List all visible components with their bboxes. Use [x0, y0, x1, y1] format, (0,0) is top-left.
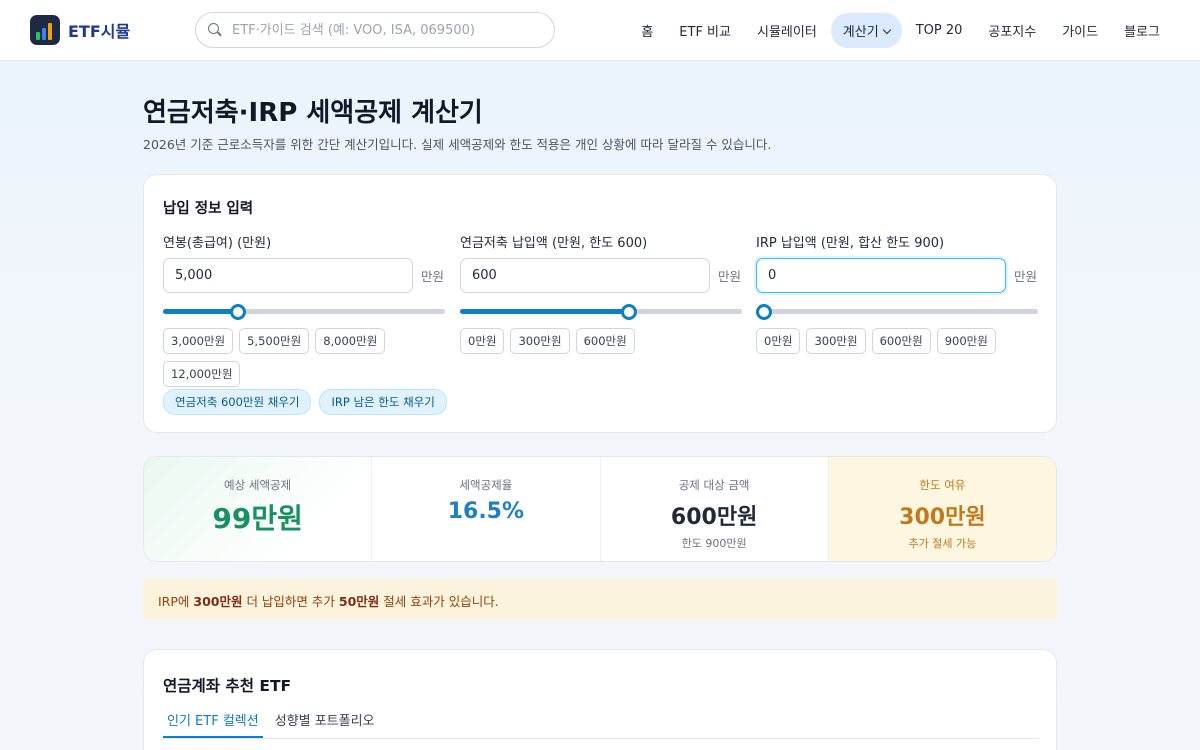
salary-chip[interactable]: 12,000만원: [163, 361, 241, 387]
input-card-title: 납입 정보 입력: [163, 201, 254, 217]
unit-label: 만원: [1014, 269, 1038, 284]
stat-value: 99만원: [212, 502, 303, 535]
tab-portfolio-by-profile[interactable]: 성향별 포트폴리오: [271, 710, 379, 738]
stat-deduction-rate: 세액공제율 16.5%: [372, 457, 601, 561]
nav-simulator[interactable]: 시뮬레이터: [745, 13, 829, 48]
tab-popular-etf[interactable]: 인기 ETF 컬렉션: [163, 710, 263, 738]
tip-middle: 더 납입하면 추가: [242, 594, 339, 609]
fill-irp-remaining-button[interactable]: IRP 남은 한도 채우기: [319, 389, 447, 415]
slider-handle[interactable]: [621, 304, 638, 320]
tip-prefix: IRP에: [158, 594, 194, 609]
pension-chip[interactable]: 300만원: [510, 328, 570, 354]
irp-input[interactable]: [756, 258, 1006, 293]
irp-chip[interactable]: 0만원: [756, 328, 801, 354]
savings-tip: IRP에 300만원 더 납입하면 추가 50만원 절세 효과가 있습니다.: [143, 579, 1057, 619]
result-stats: 예상 세액공제 99만원 세액공제율 16.5% 공제 대상 금액 600만원 …: [143, 456, 1057, 562]
stat-label: 한도 여유: [919, 478, 966, 492]
nav-home[interactable]: 홈: [629, 13, 665, 48]
page-title: 연금저축·IRP 세액공제 계산기: [143, 98, 483, 128]
nav-calculator-label: 계산기: [842, 25, 879, 40]
irp-chip[interactable]: 900만원: [936, 328, 996, 354]
pension-chip[interactable]: 600만원: [575, 328, 635, 354]
stat-expected-deduction: 예상 세액공제 99만원: [144, 457, 373, 561]
stat-sub: 한도 900만원: [681, 537, 747, 550]
irp-group: IRP 납입액 (만원, 합산 한도 900) 만원 0만원 300만원 600…: [756, 232, 1038, 361]
stat-eligible-amount: 공제 대상 금액 600만원 한도 900만원: [601, 457, 829, 561]
irp-chip[interactable]: 300만원: [806, 328, 866, 354]
stat-value: 300만원: [899, 505, 986, 530]
pension-savings-label: 연금저축 납입액 (만원, 한도 600): [460, 236, 648, 251]
quick-fill-buttons: 연금저축 600만원 채우기 IRP 남은 한도 채우기: [163, 389, 455, 415]
brand-name: ETF시뮬: [68, 22, 131, 41]
nav-calculator[interactable]: 계산기: [830, 13, 902, 48]
salary-label: 연봉(총급여) (만원): [163, 236, 272, 251]
salary-chip[interactable]: 5,500만원: [239, 328, 310, 354]
nav-etf-compare[interactable]: ETF 비교: [667, 13, 743, 48]
tip-amount-1: 300만원: [193, 594, 243, 609]
nav-blog[interactable]: 블로그: [1112, 13, 1172, 48]
salary-group: 연봉(총급여) (만원) 만원 3,000만원 5,500만원 8,000만원 …: [163, 232, 445, 394]
irp-chip[interactable]: 600만원: [871, 328, 931, 354]
irp-label: IRP 납입액 (만원, 합산 한도 900): [756, 236, 945, 251]
stat-label: 세액공제율: [459, 478, 513, 492]
irp-slider[interactable]: [756, 304, 1038, 320]
slider-handle[interactable]: [756, 304, 772, 320]
nav-top20[interactable]: TOP 20: [904, 15, 975, 46]
search-input[interactable]: [232, 22, 532, 38]
search-box[interactable]: [195, 12, 555, 48]
pension-savings-input[interactable]: [460, 258, 710, 293]
fill-pension-600-button[interactable]: 연금저축 600만원 채우기: [163, 389, 312, 415]
etf-tabs: 인기 ETF 컬렉션 성향별 포트폴리오: [163, 710, 1039, 739]
pension-savings-slider[interactable]: [460, 304, 742, 320]
etf-section-title: 연금계좌 추천 ETF: [163, 677, 292, 695]
etf-recommendation-card: 연금계좌 추천 ETF 인기 ETF 컬렉션 성향별 포트폴리오: [143, 649, 1057, 750]
salary-chip[interactable]: 3,000만원: [163, 328, 234, 354]
stat-label: 공제 대상 금액: [678, 478, 750, 492]
slider-handle[interactable]: [230, 304, 247, 320]
pension-savings-group: 연금저축 납입액 (만원, 한도 600) 만원 0만원 300만원 600만원: [460, 232, 742, 361]
brand-logo[interactable]: ETF시뮬: [30, 15, 130, 45]
stat-value: 600만원: [670, 505, 758, 530]
salary-input[interactable]: [163, 258, 413, 293]
page-subtitle: 2026년 기준 근로소득자를 위한 간단 계산기입니다. 실제 세액공제와 한…: [143, 137, 772, 152]
stat-value: 16.5%: [447, 499, 525, 524]
unit-label: 만원: [421, 269, 445, 284]
unit-label: 만원: [718, 269, 742, 284]
nav-guide[interactable]: 가이드: [1050, 13, 1110, 48]
stat-sub: 추가 절세 가능: [908, 537, 977, 550]
chart-logo-icon: [30, 15, 60, 45]
chevron-down-icon: [882, 25, 891, 35]
top-header: ETF시뮬 홈 ETF 비교 시뮬레이터 계산기 TOP 20 공포지수 가이드…: [0, 0, 1200, 61]
main-nav: 홈 ETF 비교 시뮬레이터 계산기 TOP 20 공포지수 가이드 블로그: [627, 13, 1172, 48]
salary-slider[interactable]: [163, 304, 445, 320]
stat-remaining-limit: 한도 여유 300만원 추가 절세 가능: [828, 457, 1056, 561]
pension-chip[interactable]: 0만원: [460, 328, 505, 354]
stat-label: 예상 세액공제: [224, 478, 292, 492]
nav-fear-index[interactable]: 공포지수: [976, 13, 1048, 48]
tip-suffix: 절세 효과가 있습니다.: [379, 594, 499, 609]
search-icon: [208, 23, 222, 37]
tip-amount-2: 50만원: [338, 594, 380, 609]
input-card: 납입 정보 입력 연봉(총급여) (만원) 만원 3,000만원 5,500만원…: [143, 174, 1057, 433]
salary-chip[interactable]: 8,000만원: [315, 328, 386, 354]
